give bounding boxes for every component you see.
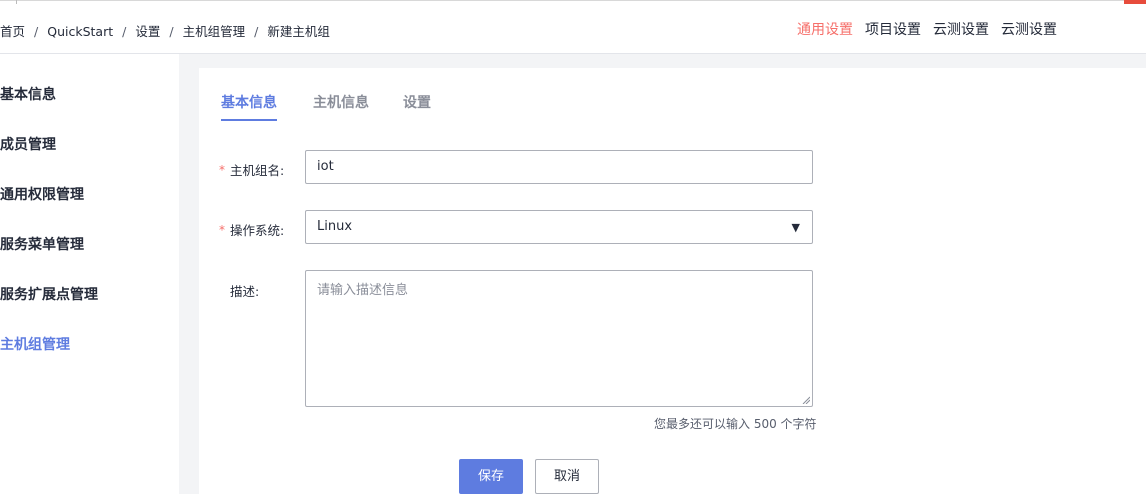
breadcrumb-separator: / [254,24,259,39]
breadcrumb-separator: / [34,24,39,39]
host-group-name-value: iot [317,159,334,174]
chevron-down-icon: ▼ [791,221,800,234]
breadcrumb-item-current: 新建主机组 [267,24,330,39]
header: 首页 / QuickStart / 设置 / 主机组管理 / 新建主机组 通用设置 项目设置 云测设… [0,4,1146,54]
description-placeholder: 请输入描述信息 [317,283,409,298]
sidebar-item-basic-info[interactable]: 基本信息 [0,84,56,104]
breadcrumb-item-settings[interactable]: 设置 [135,21,160,40]
save-button[interactable]: 保存 [459,459,523,494]
tab-settings[interactable]: 设置 [403,92,431,112]
cancel-button[interactable]: 取消 [535,459,599,494]
os-select[interactable]: Linux ▼ [305,210,813,244]
sidebar-item-host-groups[interactable]: 主机组管理 [0,334,70,354]
nav-project-settings[interactable]: 项目设置 [865,19,921,39]
sidebar-item-service-menu[interactable]: 服务菜单管理 [0,234,84,254]
top-border [0,0,1146,1]
required-mark: * [219,163,225,177]
sidebar-item-extension-points[interactable]: 服务扩展点管理 [0,284,98,304]
sidebar: 基本信息 成员管理 通用权限管理 服务菜单管理 服务扩展点管理 主机组管理 [0,54,179,494]
breadcrumb-item-host-group-mgmt[interactable]: 主机组管理 [183,21,246,40]
nav-general-settings[interactable]: 通用设置 [797,19,853,39]
description-textarea[interactable]: 请输入描述信息 [305,270,813,407]
char-count-hint: 您最多还可以输入 500 个字符 [654,417,817,431]
description-label: 描述: [230,284,260,299]
settings-nav: 通用设置 项目设置 云测设置 云测设置 [797,19,1069,39]
breadcrumb-item-project[interactable]: QuickStart [47,24,113,39]
resize-handle-icon[interactable] [802,396,810,404]
os-selected-value: Linux [317,219,353,234]
active-tab-indicator [221,119,277,121]
tab-basic-info[interactable]: 基本信息 [221,92,277,112]
tab-host-info[interactable]: 主机信息 [313,92,369,112]
sidebar-item-permissions[interactable]: 通用权限管理 [0,184,84,204]
breadcrumb-separator: / [169,24,174,39]
nav-cloudtest-settings-2[interactable]: 云测设置 [1001,19,1057,39]
breadcrumb-item-home[interactable]: 首页 [0,21,25,40]
breadcrumb-separator: / [122,24,127,39]
breadcrumb: 首页 / QuickStart / 设置 / 主机组管理 / 新建主机组 [0,21,330,40]
host-group-name-label: 主机组名: [230,163,285,178]
os-label: 操作系统: [230,223,285,238]
host-group-name-input[interactable]: iot [305,150,813,184]
required-mark: * [219,223,225,237]
nav-cloudtest-settings[interactable]: 云测设置 [933,19,989,39]
sidebar-item-members[interactable]: 成员管理 [0,134,56,154]
